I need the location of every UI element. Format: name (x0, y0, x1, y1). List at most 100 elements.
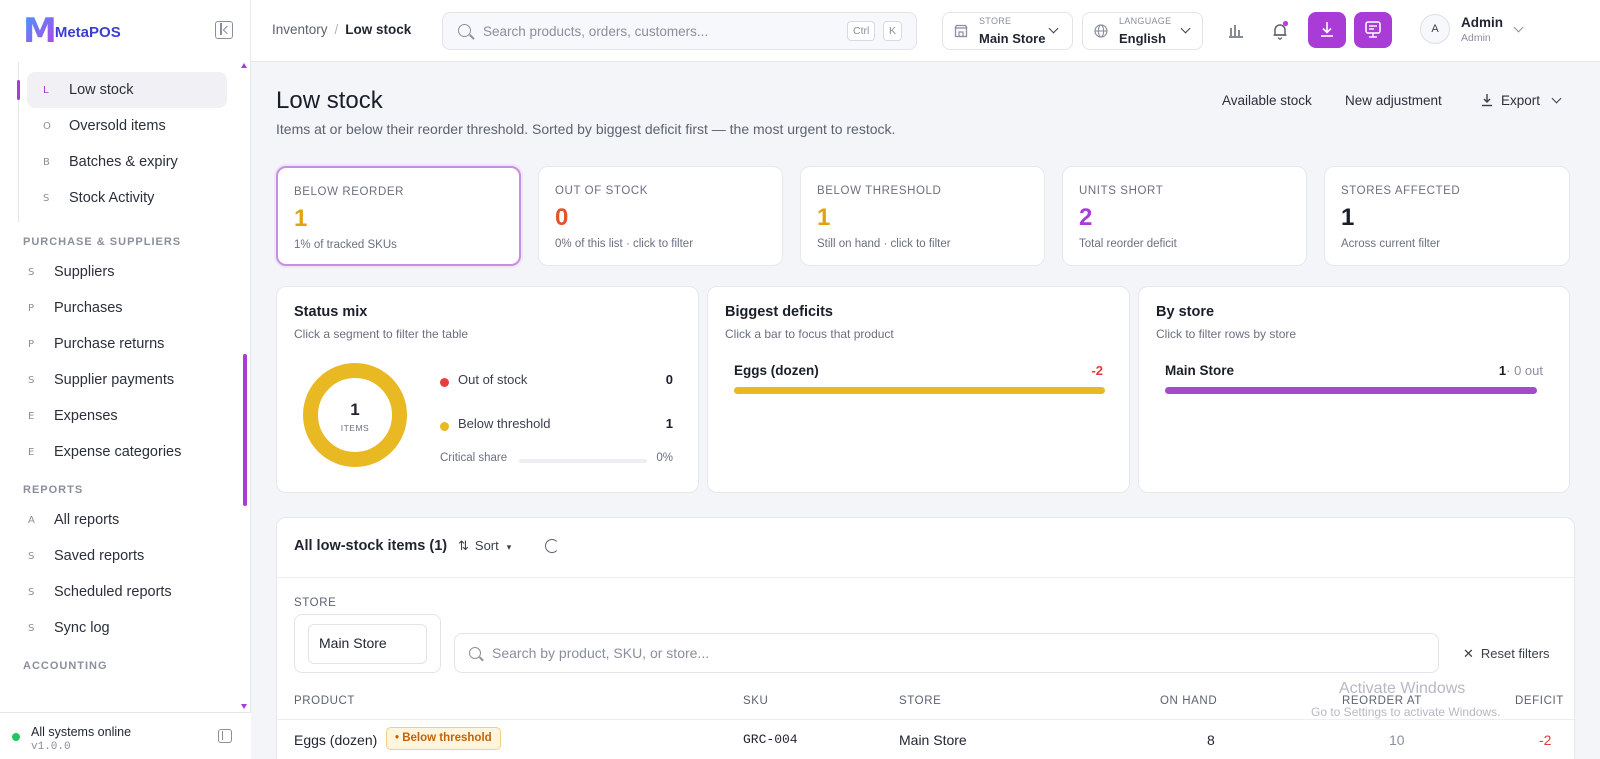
inventory-subnav: L Low stock O Oversold items B Batches &… (17, 62, 251, 222)
sidebar-item-batches[interactable]: B Batches & expiry (27, 144, 227, 180)
store-filter-select[interactable]: Main Store (308, 624, 427, 664)
cell-product[interactable]: Eggs (dozen) (294, 732, 377, 748)
sidebar-item-low-stock[interactable]: L Low stock (27, 72, 227, 108)
user-name[interactable]: Admin (1461, 15, 1503, 30)
sidebar-collapse-icon[interactable] (215, 21, 233, 39)
store-select-value: Main Store (979, 31, 1046, 46)
language-select[interactable]: LANGUAGE English (1082, 12, 1203, 50)
stat-card-out-of-stock[interactable]: OUT OF STOCK 0 0% of this list · click t… (538, 166, 783, 266)
available-stock-link[interactable]: Available stock (1222, 93, 1312, 108)
shortcut-ctrl: Ctrl (847, 21, 876, 41)
sidebar-item-expenses[interactable]: E Expenses (0, 398, 251, 434)
sidebar-item-scheduled-reports[interactable]: S Scheduled reports (0, 574, 251, 610)
stat-value: 2 (1079, 204, 1093, 231)
nav-letter-icon: O (43, 120, 51, 132)
stat-note: Across current filter (1341, 238, 1441, 250)
sidebar-item-stock-activity[interactable]: S Stock Activity (27, 180, 227, 216)
download-button[interactable] (1308, 12, 1346, 48)
stat-card-units-short[interactable]: UNITS SHORT 2 Total reorder deficit (1062, 166, 1307, 266)
globe-icon (1094, 24, 1108, 38)
panel-collapse-icon[interactable] (218, 729, 232, 743)
pos-terminal-button[interactable] (1354, 12, 1392, 48)
sidebar-item-label: Supplier payments (54, 372, 175, 388)
scroll-down-icon[interactable] (241, 704, 247, 709)
breadcrumb-separator: / (334, 22, 339, 37)
notifications-button[interactable] (1263, 14, 1297, 48)
cell-reorder-at: 10 (1389, 732, 1405, 748)
stat-value: 1 (817, 204, 831, 231)
new-adjustment-link[interactable]: New adjustment (1345, 93, 1442, 108)
user-menu-chevron-icon[interactable] (1513, 22, 1524, 33)
global-search-input[interactable]: Search products, orders, customers... Ct… (442, 12, 917, 50)
export-download-icon (1482, 94, 1492, 107)
legend-value-out-of-stock: 0 (665, 372, 673, 387)
stat-card-below-reorder[interactable]: BELOW REORDER 1 1% of tracked SKUs (276, 166, 521, 266)
sort-button[interactable]: ⇅ Sort ▾ (458, 538, 511, 554)
sidebar-item-suppliers[interactable]: S Suppliers (0, 254, 251, 290)
system-status: All systems online v1.0.0 (0, 712, 251, 759)
critical-share-value: 0% (656, 452, 673, 464)
sidebar-item-label: Batches & expiry (69, 154, 178, 170)
analytics-button[interactable] (1219, 14, 1253, 48)
sidebar-scrollbar[interactable] (243, 354, 247, 506)
avatar[interactable]: A (1420, 14, 1450, 44)
sidebar-item-expense-categories[interactable]: E Expense categories (0, 434, 251, 470)
low-stock-table-card: All low-stock items (1) ⇅ Sort ▾ STORE Mai… (276, 517, 1575, 759)
sort-icon: ⇅ (458, 539, 469, 554)
stat-note: 1% of tracked SKUs (294, 239, 397, 251)
sidebar-item-purchase-returns[interactable]: P Purchase returns (0, 326, 251, 362)
export-button[interactable]: Export (1501, 93, 1540, 108)
store-select[interactable]: STORE Main Store (942, 12, 1073, 50)
sidebar-item-oversold[interactable]: O Oversold items (27, 108, 227, 144)
sidebar-item-sync-log[interactable]: S Sync log (0, 610, 251, 646)
sidebar-item-all-reports[interactable]: A All reports (0, 502, 251, 538)
column-header-sku[interactable]: SKU (743, 695, 768, 707)
sidebar-item-label: Suppliers (54, 264, 115, 280)
nav-letter-icon: P (28, 302, 35, 314)
cell-store: Main Store (899, 732, 967, 748)
sidebar-item-purchases[interactable]: P Purchases (0, 290, 251, 326)
critical-share-bar (519, 459, 647, 463)
metapos-logo: M MetaPOS (23, 11, 121, 51)
table-search-input[interactable]: Search by product, SKU, or store... (454, 633, 1439, 673)
stat-card-below-threshold[interactable]: BELOW THRESHOLD 1 Still on hand · click … (800, 166, 1045, 266)
breadcrumb-parent[interactable]: Inventory (272, 22, 328, 37)
legend-label-out-of-stock[interactable]: Out of stock (458, 372, 527, 387)
breadcrumb: Inventory / Low stock (272, 22, 411, 37)
chevron-down-icon[interactable] (1551, 93, 1562, 104)
stat-label: UNITS SHORT (1079, 185, 1164, 197)
language-select-value: English (1119, 31, 1166, 46)
store-filter-label: STORE (294, 597, 337, 609)
legend-value-below-threshold: 1 (665, 416, 673, 431)
column-header-product[interactable]: PRODUCT (294, 695, 355, 707)
logo[interactable]: M MetaPOS (0, 0, 250, 62)
nav-group-title: REPORTS (23, 484, 84, 496)
language-select-label: LANGUAGE (1119, 16, 1172, 26)
store-name[interactable]: Main Store (1165, 363, 1234, 378)
nav-group-title: ACCOUNTING (23, 660, 108, 672)
store-bar[interactable] (1165, 387, 1537, 394)
nav-group-title: PURCHASE & SUPPLIERS (23, 236, 182, 248)
deficit-bar[interactable] (734, 387, 1105, 394)
sidebar-item-label: Saved reports (54, 548, 145, 564)
panel-title: By store (1156, 304, 1215, 320)
logo-mark: M (23, 11, 57, 51)
biggest-deficits-panel: Biggest deficits Click a bar to focus th… (707, 286, 1130, 493)
legend-label-below-threshold[interactable]: Below threshold (458, 416, 551, 431)
sidebar-item-saved-reports[interactable]: S Saved reports (0, 538, 251, 574)
status-donut-chart[interactable]: 1 ITEMS (303, 363, 407, 467)
legend-dot-below-threshold (440, 422, 449, 431)
column-header-store[interactable]: STORE (899, 695, 941, 707)
reset-filters-button[interactable]: ✕ Reset filters (1463, 646, 1550, 662)
scroll-up-icon[interactable] (241, 63, 247, 68)
deficit-product-name[interactable]: Eggs (dozen) (734, 363, 819, 378)
stat-card-stores-affected[interactable]: STORES AFFECTED 1 Across current filter (1324, 166, 1570, 266)
column-header-deficit[interactable]: DEFICIT (1515, 695, 1564, 707)
sidebar-item-supplier-payments[interactable]: S Supplier payments (0, 362, 251, 398)
refresh-icon[interactable] (545, 539, 559, 553)
deficit-value: -2 (1091, 363, 1103, 378)
column-header-on-hand[interactable]: ON HAND (1160, 695, 1217, 707)
cell-on-hand: 8 (1207, 732, 1215, 748)
panel-subtitle: Click a segment to filter the table (294, 327, 469, 341)
table-divider (277, 719, 1574, 720)
